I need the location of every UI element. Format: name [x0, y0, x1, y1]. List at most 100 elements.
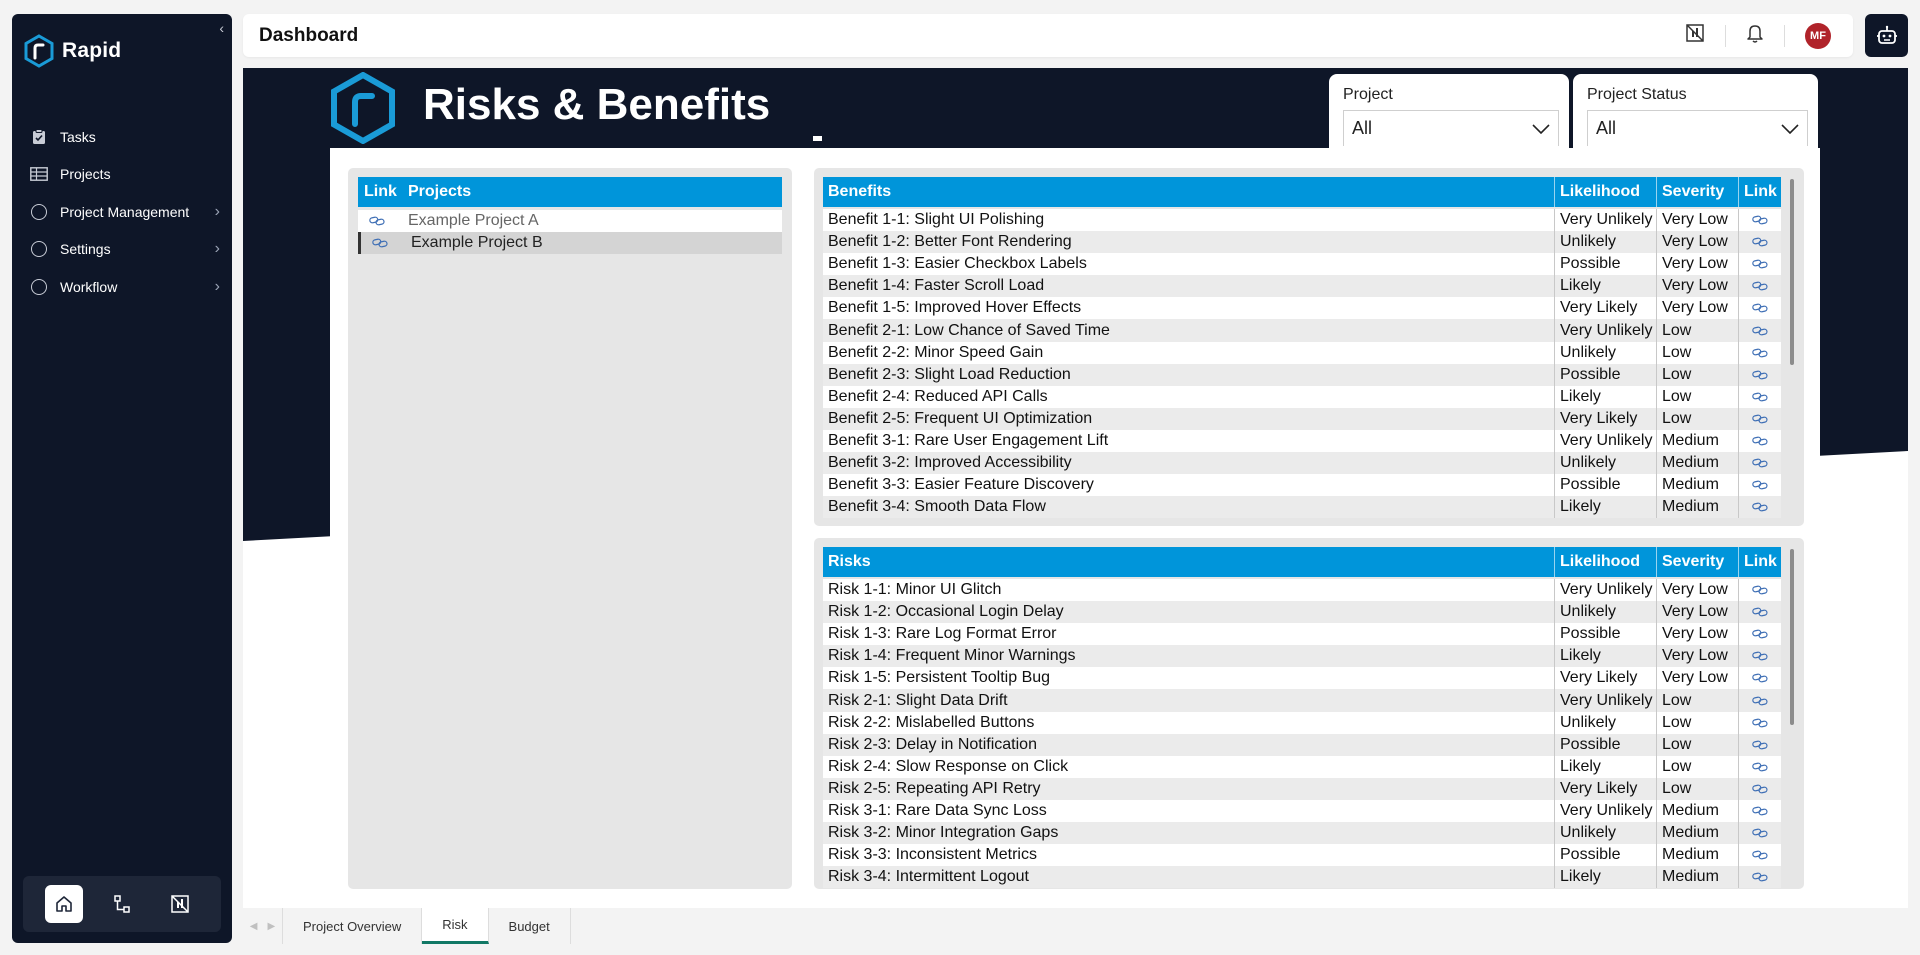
brand-logo[interactable]: Rapid	[22, 34, 121, 68]
link-icon[interactable]	[1739, 430, 1781, 452]
cell-likelihood: Unlikely	[1555, 341, 1657, 364]
column-header-severity[interactable]: Severity	[1657, 547, 1739, 577]
column-header-link[interactable]: Link	[1739, 177, 1781, 207]
link-icon[interactable]	[1739, 866, 1781, 888]
link-icon[interactable]	[1739, 253, 1781, 275]
link-icon[interactable]	[358, 216, 408, 226]
table-row: Benefit 3-1: Rare User Engagement Lift Ve…	[823, 429, 1781, 453]
table-row[interactable]: Example Project B	[358, 232, 782, 254]
cell-severity: Very Low	[1657, 275, 1739, 298]
sidebar-item-settings[interactable]: Settings ›	[12, 231, 232, 269]
link-icon[interactable]	[1739, 778, 1781, 800]
link-icon[interactable]	[1739, 342, 1781, 364]
tab-budget[interactable]: Budget	[488, 908, 571, 944]
cell-likelihood: Likely	[1555, 866, 1657, 889]
link-icon[interactable]	[1739, 364, 1781, 386]
cell-severity: Very Low	[1657, 645, 1739, 668]
link-icon[interactable]	[1739, 496, 1781, 518]
slicer-label: Project	[1343, 86, 1393, 103]
column-header-projects[interactable]: Projects	[408, 183, 471, 201]
table-row: Benefit 2-4: Reduced API Calls Likely Low	[823, 385, 1781, 408]
link-icon[interactable]	[1739, 319, 1781, 341]
link-icon[interactable]	[1739, 667, 1781, 689]
chevron-down-icon	[1532, 123, 1550, 134]
assistant-button[interactable]	[1865, 14, 1908, 57]
link-icon[interactable]	[1739, 844, 1781, 866]
table-row: Benefit 3-3: Easier Feature Discovery Pos…	[823, 474, 1781, 497]
link-icon[interactable]	[1739, 822, 1781, 844]
link-icon[interactable]	[1739, 712, 1781, 734]
link-icon[interactable]	[1739, 209, 1781, 231]
scrollbar-thumb[interactable]	[1790, 549, 1794, 725]
link-icon[interactable]	[1739, 689, 1781, 711]
cell-likelihood: Very Likely	[1555, 777, 1657, 800]
sidebar-item-workflow[interactable]: Workflow ›	[12, 268, 232, 306]
bell-icon[interactable]	[1746, 23, 1764, 48]
link-icon[interactable]	[361, 238, 411, 248]
divider	[813, 136, 822, 141]
column-header-likelihood[interactable]: Likelihood	[1555, 177, 1657, 207]
link-icon[interactable]	[1739, 386, 1781, 408]
rapid-logo-icon	[24, 34, 54, 68]
cell-severity: Low	[1657, 341, 1739, 364]
cell-name: Benefit 2-3: Slight Load Reduction	[823, 363, 1555, 386]
link-icon[interactable]	[1739, 645, 1781, 667]
report-icon[interactable]	[1685, 23, 1705, 48]
link-icon[interactable]	[1739, 408, 1781, 430]
report-button[interactable]	[161, 885, 199, 923]
column-header-severity[interactable]: Severity	[1657, 177, 1739, 207]
link-icon[interactable]	[1739, 601, 1781, 623]
page-tabs: ◀ ▶ Project Overview Risk Budget	[243, 908, 1908, 944]
cell-severity: Medium	[1657, 799, 1739, 823]
link-icon[interactable]	[1739, 800, 1781, 822]
link-icon[interactable]	[1739, 734, 1781, 756]
vertical-scrollbar[interactable]	[1789, 547, 1795, 881]
link-icon[interactable]	[1739, 474, 1781, 496]
column-header-benefits[interactable]: Benefits	[823, 177, 1555, 207]
cell-severity: Low	[1657, 777, 1739, 800]
vertical-scrollbar[interactable]	[1789, 177, 1795, 518]
column-header-likelihood[interactable]: Likelihood	[1555, 547, 1657, 577]
link-icon[interactable]	[1739, 623, 1781, 645]
table-row: Benefit 3-2: Improved Accessibility Unlik…	[823, 452, 1781, 475]
sidebar-item-tasks[interactable]: Tasks	[12, 118, 232, 156]
cell-likelihood: Possible	[1555, 623, 1657, 646]
link-icon[interactable]	[1739, 452, 1781, 474]
projects-icon	[30, 165, 48, 183]
dropdown-value: All	[1352, 118, 1373, 138]
slicer-label: Project Status	[1587, 86, 1687, 103]
tab-project-overview[interactable]: Project Overview	[283, 908, 423, 944]
link-icon[interactable]	[1739, 297, 1781, 319]
header-actions: MF	[1685, 14, 1831, 57]
link-icon[interactable]	[1739, 231, 1781, 253]
workflow-button[interactable]	[103, 885, 141, 923]
table-header: Risks Likelihood Severity Link	[823, 547, 1781, 577]
sidebar-item-projects[interactable]: Projects	[12, 156, 232, 194]
cell-name: Risk 2-3: Delay in Notification	[823, 733, 1555, 756]
home-button[interactable]	[45, 885, 83, 923]
chevron-right-icon: ›	[214, 277, 220, 295]
tab-next-icon[interactable]: ▶	[268, 921, 276, 932]
circle-icon	[30, 203, 48, 221]
link-icon[interactable]	[1739, 275, 1781, 297]
table-row[interactable]: Example Project A	[358, 210, 782, 232]
link-icon[interactable]	[1739, 579, 1781, 601]
cell-likelihood: Very Unlikely	[1555, 799, 1657, 823]
cell-severity: Medium	[1657, 496, 1739, 519]
project-dropdown[interactable]: All	[1343, 110, 1559, 146]
cell-severity: Very Low	[1657, 667, 1739, 690]
link-icon[interactable]	[1739, 756, 1781, 778]
collapse-sidebar-icon[interactable]: ‹	[219, 20, 224, 36]
tab-prev-icon[interactable]: ◀	[250, 921, 258, 932]
column-header-link[interactable]: Link	[1739, 547, 1781, 577]
cell-name: Benefit 3-1: Rare User Engagement Lift	[823, 429, 1555, 453]
cell-severity: Low	[1657, 363, 1739, 386]
tab-risk[interactable]: Risk	[422, 908, 489, 944]
avatar[interactable]: MF	[1805, 22, 1831, 49]
sidebar-item-project-management[interactable]: Project Management ›	[12, 193, 232, 231]
column-header-risks[interactable]: Risks	[823, 547, 1555, 577]
project-status-dropdown[interactable]: All	[1587, 110, 1808, 146]
column-header-link[interactable]: Link	[358, 183, 408, 201]
cell-likelihood: Likely	[1555, 645, 1657, 668]
scrollbar-thumb[interactable]	[1790, 179, 1794, 365]
